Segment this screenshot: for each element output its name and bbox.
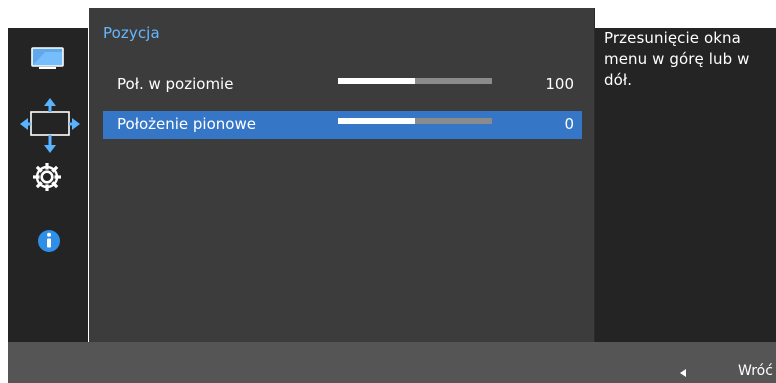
horizontal-position-slider[interactable] <box>338 78 492 84</box>
horizontal-position-label: Poł. w poziomie <box>117 75 234 93</box>
help-text: Przesunięcie okna menu w górę lub w dół. <box>604 29 750 89</box>
position-menu-screen: Pozycja Poł. w poziomie 100 Położenie pi… <box>0 0 776 383</box>
position-icon[interactable] <box>20 98 80 158</box>
info-icon[interactable] <box>37 229 61 253</box>
vertical-position-label: Położenie pionowe <box>117 115 256 133</box>
position-submenu-panel <box>89 8 595 351</box>
back-label[interactable]: Wróć <box>738 363 773 379</box>
horizontal-position-slider-fill <box>338 78 415 84</box>
vertical-position-slider-fill <box>338 118 415 124</box>
horizontal-position-item[interactable]: Poł. w poziomie 100 <box>103 70 582 100</box>
left-arrow-icon[interactable] <box>680 369 686 377</box>
system-icon[interactable] <box>33 163 61 191</box>
vertical-position-slider[interactable] <box>338 118 492 124</box>
menu-title: Pozycja <box>103 24 160 42</box>
picture-icon[interactable] <box>31 47 64 71</box>
horizontal-position-value: 100 <box>545 75 574 93</box>
footer-bar <box>8 342 776 383</box>
vertical-position-value: 0 <box>564 115 574 133</box>
vertical-position-item[interactable]: Położenie pionowe 0 <box>103 111 582 139</box>
